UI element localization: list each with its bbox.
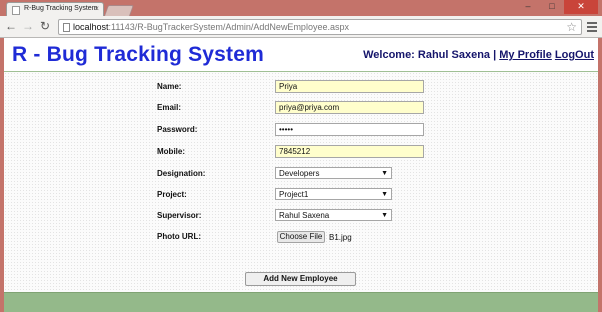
tab-close-icon[interactable]: × xyxy=(94,4,99,14)
address-bar[interactable]: localhost:11143/R-BugTrackerSystem/Admin… xyxy=(58,19,582,35)
chosen-file-name: B1.jpg xyxy=(329,233,352,242)
email-label: Email: xyxy=(157,103,182,112)
new-tab-button[interactable] xyxy=(103,5,135,16)
dropdown-caret-icon: ▼ xyxy=(381,212,388,219)
back-arrow-icon[interactable]: ← xyxy=(4,20,18,34)
designation-selected: Developers xyxy=(279,169,320,178)
form-area: Name: Email: Password: Mobile: Designati… xyxy=(4,72,598,292)
url-text: localhost:11143/R-BugTrackerSystem/Admin… xyxy=(73,22,349,32)
name-label: Name: xyxy=(157,82,182,91)
site-footer xyxy=(4,292,598,312)
mobile-input[interactable] xyxy=(275,145,424,158)
my-profile-link[interactable]: My Profile xyxy=(499,49,552,61)
page-icon xyxy=(63,23,70,32)
browser-tab[interactable]: R-Bug Tracking System × xyxy=(6,2,104,17)
project-select[interactable]: Project1 ▼ xyxy=(275,188,392,200)
logout-link[interactable]: LogOut xyxy=(555,49,594,61)
supervisor-label: Supervisor: xyxy=(157,211,202,220)
forward-arrow-icon[interactable]: → xyxy=(21,20,35,34)
email-input[interactable] xyxy=(275,101,424,114)
mobile-label: Mobile: xyxy=(157,147,185,156)
bookmark-star-icon[interactable]: ☆ xyxy=(566,20,577,34)
maximize-button[interactable]: □ xyxy=(540,0,564,14)
designation-label: Designation: xyxy=(157,169,206,178)
supervisor-select[interactable]: Rahul Saxena ▼ xyxy=(275,209,392,221)
reload-icon[interactable]: ↻ xyxy=(38,20,52,34)
dropdown-caret-icon: ▼ xyxy=(381,170,388,177)
browser-toolbar: ← → ↻ localhost:11143/R-BugTrackerSystem… xyxy=(0,16,602,38)
page-viewport: R - Bug Tracking System Welcome: Rahul S… xyxy=(4,38,598,312)
choose-file-button[interactable]: Choose File xyxy=(277,231,325,243)
project-selected: Project1 xyxy=(279,190,309,199)
designation-select[interactable]: Developers ▼ xyxy=(275,167,392,179)
browser-menu-icon[interactable] xyxy=(586,20,598,34)
tab-title: R-Bug Tracking System xyxy=(24,5,98,12)
supervisor-selected: Rahul Saxena xyxy=(279,211,330,220)
dropdown-caret-icon: ▼ xyxy=(381,191,388,198)
photo-url-label: Photo URL: xyxy=(157,232,201,241)
browser-titlebar: R-Bug Tracking System × – □ ✕ xyxy=(0,0,602,17)
minimize-button[interactable]: – xyxy=(516,0,540,14)
page-favicon-icon xyxy=(12,6,20,15)
user-bar: Welcome: Rahul Saxena | My Profile LogOu… xyxy=(363,49,594,61)
password-label: Password: xyxy=(157,125,198,134)
window-controls: – □ ✕ xyxy=(516,0,598,14)
site-title: R - Bug Tracking System xyxy=(12,43,264,66)
close-window-button[interactable]: ✕ xyxy=(564,0,598,14)
project-label: Project: xyxy=(157,190,187,199)
password-input[interactable] xyxy=(275,123,424,136)
welcome-text: Welcome: Rahul Saxena | xyxy=(363,49,497,61)
add-new-employee-button[interactable]: Add New Employee xyxy=(245,272,356,286)
site-header: R - Bug Tracking System Welcome: Rahul S… xyxy=(4,38,598,71)
name-input[interactable] xyxy=(275,80,424,93)
